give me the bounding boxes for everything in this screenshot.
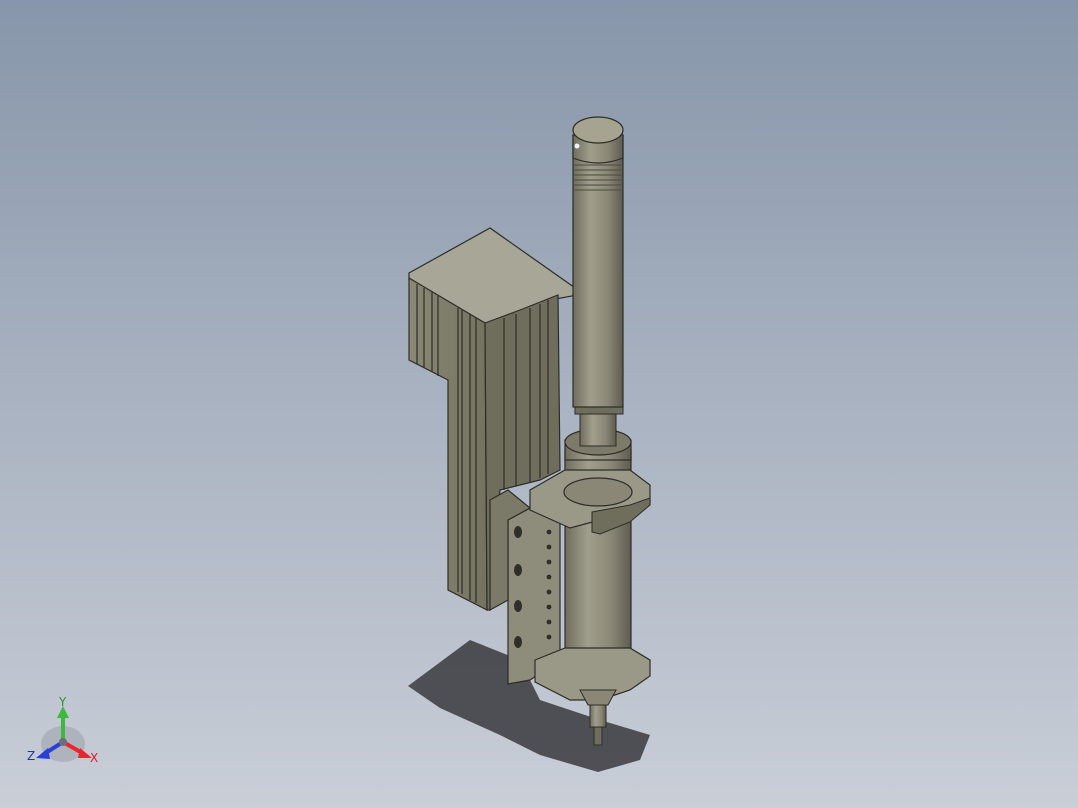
coordinate-triad: Y X Z	[26, 694, 106, 774]
actuator-housing-left	[408, 276, 488, 611]
nozzle-body	[589, 704, 607, 728]
graphics-viewport[interactable]: Y X Z	[0, 0, 1078, 808]
rod-cap-top	[572, 116, 624, 144]
y-axis-label: Y	[59, 695, 67, 709]
rod-cap-pin	[574, 143, 580, 149]
upper-clamp-bore	[563, 477, 633, 507]
actuator-rod	[572, 134, 624, 408]
connector-fitting	[579, 409, 617, 447]
z-axis-label: Z	[27, 749, 36, 763]
x-axis-label: X	[90, 751, 99, 765]
triad-origin	[59, 738, 67, 746]
nozzle-cone	[579, 689, 617, 706]
nozzle-tip	[593, 726, 603, 746]
cad-model-view[interactable]	[0, 0, 1078, 808]
